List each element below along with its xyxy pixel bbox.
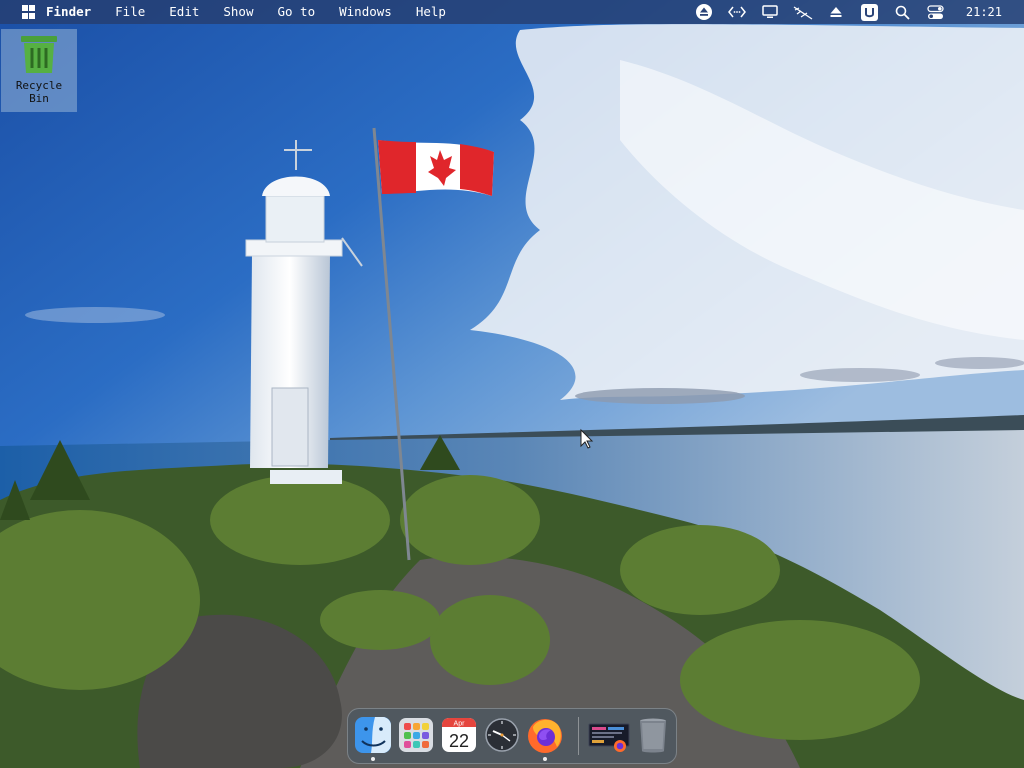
dock: Apr 22 (347, 708, 677, 764)
dock-item-window-thumbnail[interactable] (588, 715, 630, 755)
clock-text[interactable]: 21:21 (966, 5, 1002, 19)
dock-item-trash[interactable] (633, 715, 673, 755)
launchpad-icon (399, 718, 433, 752)
trash-icon (640, 718, 666, 753)
menu-edit[interactable]: Edit (157, 0, 211, 24)
eject-circle-icon[interactable] (694, 2, 714, 22)
menu: Finder File Edit Show Go to Windows Help (36, 0, 458, 24)
firefox-icon (528, 719, 562, 753)
calendar-icon: Apr 22 (442, 718, 476, 752)
search-icon[interactable] (892, 2, 912, 22)
dock-separator (578, 717, 579, 755)
running-indicator (543, 757, 547, 761)
dock-item-clock[interactable] (482, 715, 522, 755)
monitor-icon[interactable] (760, 2, 780, 22)
calendar-day-text: 22 (449, 731, 469, 751)
top-menu-bar: Finder File Edit Show Go to Windows Help (0, 0, 1024, 24)
dock-item-finder[interactable] (353, 715, 393, 755)
dock-item-launchpad[interactable] (396, 715, 436, 755)
running-indicator (371, 757, 375, 761)
desktop-icon-recycle-bin[interactable]: Recycle Bin (1, 29, 77, 112)
eject-icon[interactable] (826, 2, 846, 22)
clock-icon (485, 718, 519, 752)
menu-show[interactable]: Show (211, 0, 265, 24)
menu-windows[interactable]: Windows (327, 0, 404, 24)
calendar-month-text: Apr (454, 721, 466, 728)
menu-go-to[interactable]: Go to (265, 0, 327, 24)
menu-help[interactable]: Help (404, 0, 458, 24)
menu-file[interactable]: File (103, 0, 157, 24)
dock-item-calendar[interactable]: Apr 22 (439, 715, 479, 755)
control-center-icon[interactable] (925, 2, 945, 22)
windows-logo-icon[interactable] (22, 5, 36, 19)
user-u-icon[interactable] (859, 2, 879, 22)
desktop-icon-label: Recycle Bin (15, 79, 63, 105)
network-off-icon[interactable] (793, 2, 813, 22)
menu-app-name[interactable]: Finder (36, 0, 103, 24)
finder-icon (355, 717, 391, 753)
desktop-wallpaper (0, 0, 1024, 768)
recycle-bin-icon (21, 36, 57, 73)
code-arrows-icon[interactable] (727, 2, 747, 22)
window-thumbnail-icon (588, 723, 630, 752)
dock-item-firefox[interactable] (525, 715, 565, 755)
status-area: 21:21 (688, 0, 1024, 24)
